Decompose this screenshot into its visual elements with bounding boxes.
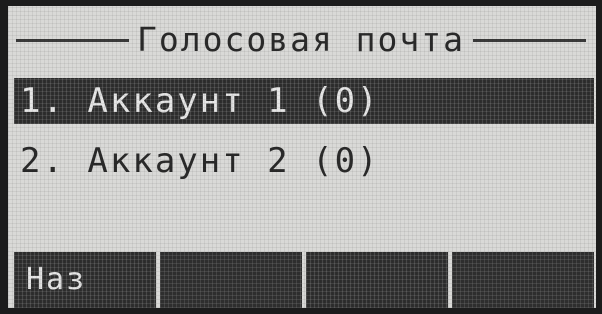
menu-item-account-1[interactable]: 1. Аккаунт 1 (0) <box>14 78 594 124</box>
back-softkey[interactable]: Наз <box>14 252 156 308</box>
page-title: Голосовая почта <box>137 20 466 59</box>
title-row: Голосовая почта <box>16 20 587 60</box>
softkey-4[interactable] <box>452 252 594 308</box>
lcd-screen: Голосовая почта 1. Аккаунт 1 (0) 2. Акка… <box>8 6 596 308</box>
title-divider-right <box>473 38 587 42</box>
title-divider-left <box>16 38 129 42</box>
menu-item-account-2[interactable]: 2. Аккаунт 2 (0) <box>14 138 594 184</box>
softkey-2[interactable] <box>160 252 302 308</box>
softkey-bar: Наз <box>14 252 594 308</box>
softkey-3[interactable] <box>306 252 448 308</box>
